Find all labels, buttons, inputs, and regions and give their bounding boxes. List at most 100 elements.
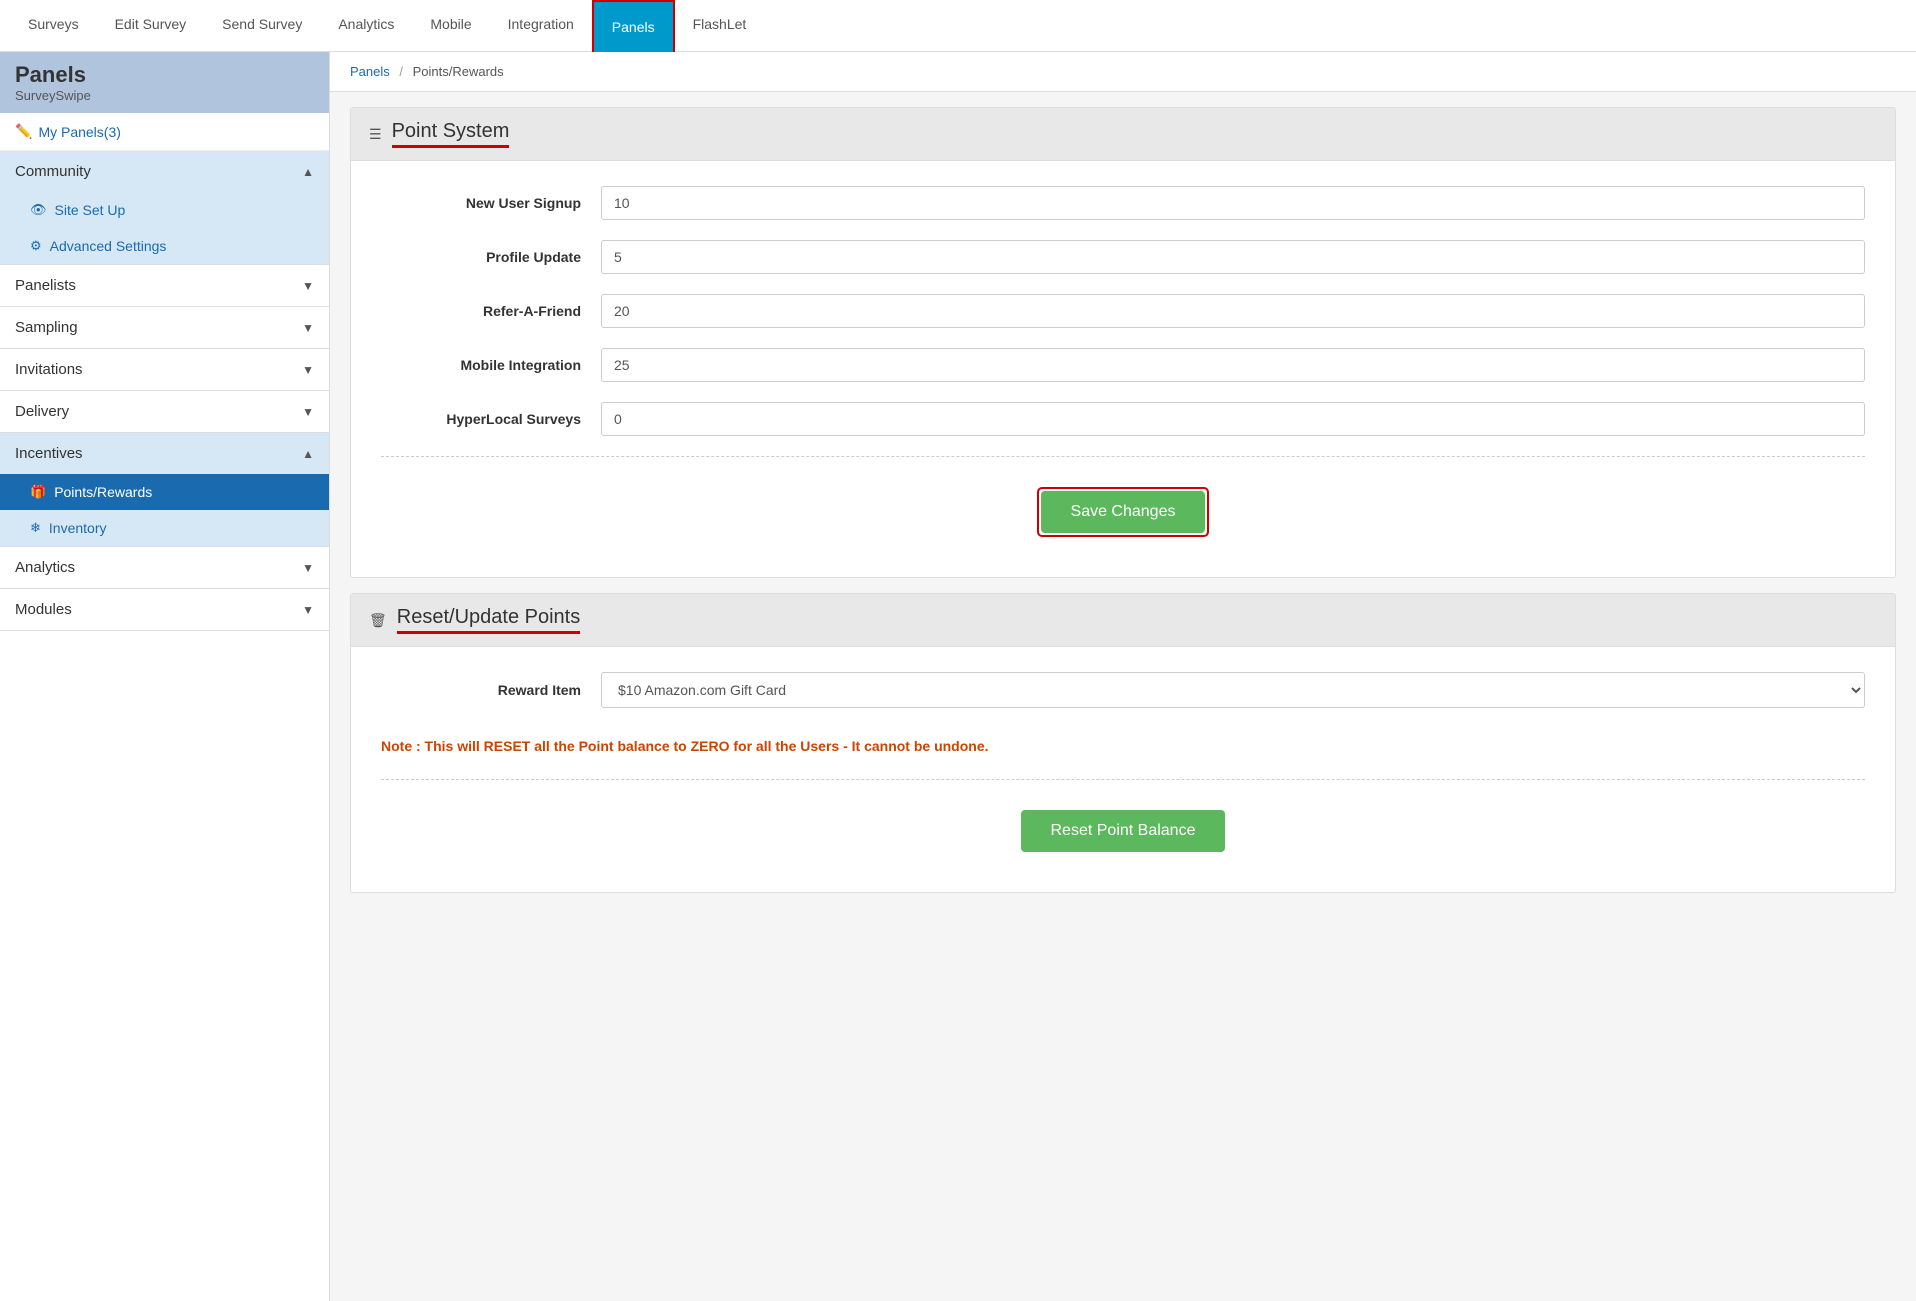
mobile-integration-input[interactable] [601, 348, 1865, 382]
form-divider [381, 456, 1865, 457]
new-user-signup-row: New User Signup [381, 186, 1865, 220]
mobile-integration-row: Mobile Integration [381, 348, 1865, 382]
delivery-label: Delivery [15, 403, 69, 420]
sidebar-item-points-rewards[interactable]: 🎁 Points/Rewards [0, 474, 329, 510]
tab-flashlet[interactable]: FlashLet [675, 0, 765, 52]
profile-update-row: Profile Update [381, 240, 1865, 274]
tab-mobile[interactable]: Mobile [412, 0, 489, 52]
tab-analytics[interactable]: Analytics [320, 0, 412, 52]
my-panels-icon: ✏️ [15, 123, 32, 140]
mobile-integration-label: Mobile Integration [381, 357, 601, 373]
sidebar-item-label: Site Set Up [55, 202, 126, 218]
top-navigation: Surveys Edit Survey Send Survey Analytic… [0, 0, 1916, 52]
point-system-header: ☰ Point System [351, 108, 1895, 161]
reset-button-row: Reset Point Balance [381, 800, 1865, 867]
gift-icon: 🎁 [30, 484, 46, 500]
chevron-up-icon: ▲ [302, 447, 314, 461]
app-title: Panels [15, 62, 314, 88]
save-button-wrapper: Save Changes [1037, 487, 1210, 537]
list-icon: ☰ [369, 126, 382, 143]
tab-send-survey[interactable]: Send Survey [204, 0, 320, 52]
tab-surveys[interactable]: Surveys [10, 0, 97, 52]
panelists-label: Panelists [15, 277, 76, 294]
sidebar-section-header-sampling[interactable]: Sampling ▼ [0, 307, 329, 348]
reward-item-label: Reward Item [381, 682, 601, 698]
profile-update-label: Profile Update [381, 249, 601, 265]
sidebar-section-analytics: Analytics ▼ [0, 547, 329, 589]
my-panels-link[interactable]: ✏️ My Panels(3) [0, 113, 329, 151]
chevron-down-icon: ▼ [302, 561, 314, 575]
sidebar: Panels SurveySwipe ✏️ My Panels(3) Commu… [0, 52, 330, 1301]
sidebar-section-header-analytics[interactable]: Analytics ▼ [0, 547, 329, 588]
point-system-body: New User Signup Profile Update Refer-A-F… [351, 161, 1895, 577]
tab-edit-survey[interactable]: Edit Survey [97, 0, 205, 52]
invitations-label: Invitations [15, 361, 83, 378]
sidebar-item-label: Points/Rewards [54, 484, 152, 500]
reset-update-body: Reward Item $10 Amazon.com Gift Card $25… [351, 647, 1895, 892]
chevron-up-icon: ▲ [302, 165, 314, 179]
sidebar-section-sampling: Sampling ▼ [0, 307, 329, 349]
sidebar-item-advanced-settings[interactable]: ⚙ Advanced Settings [0, 228, 329, 264]
chevron-down-icon: ▼ [302, 321, 314, 335]
community-label: Community [15, 163, 91, 180]
breadcrumb-separator: / [399, 64, 403, 79]
incentives-items: 🎁 Points/Rewards ❄ Inventory [0, 474, 329, 546]
chevron-down-icon: ▼ [302, 603, 314, 617]
breadcrumb-current: Points/Rewards [413, 64, 504, 79]
breadcrumb-panels-link[interactable]: Panels [350, 64, 390, 79]
sidebar-section-header-incentives[interactable]: Incentives ▲ [0, 433, 329, 474]
sidebar-section-header-panelists[interactable]: Panelists ▼ [0, 265, 329, 306]
sidebar-item-label: Advanced Settings [50, 238, 167, 254]
reset-update-header: 🗑 Reset/Update Points [351, 594, 1895, 647]
eye-icon: 👁 [30, 202, 47, 218]
refer-a-friend-input[interactable] [601, 294, 1865, 328]
snowflake-icon: ❄ [30, 520, 41, 536]
reward-item-row: Reward Item $10 Amazon.com Gift Card $25… [381, 672, 1865, 708]
refer-a-friend-label: Refer-A-Friend [381, 303, 601, 319]
sidebar-section-modules: Modules ▼ [0, 589, 329, 631]
sidebar-section-incentives: Incentives ▲ 🎁 Points/Rewards ❄ Inventor… [0, 433, 329, 547]
sidebar-section-invitations: Invitations ▼ [0, 349, 329, 391]
sidebar-header: Panels SurveySwipe [0, 52, 329, 113]
incentives-label: Incentives [15, 445, 83, 462]
reset-point-balance-button[interactable]: Reset Point Balance [1021, 810, 1226, 852]
save-changes-button[interactable]: Save Changes [1041, 491, 1206, 533]
breadcrumb: Panels / Points/Rewards [330, 52, 1916, 92]
chevron-down-icon: ▼ [302, 363, 314, 377]
sidebar-item-site-setup[interactable]: 👁 Site Set Up [0, 192, 329, 228]
sidebar-section-delivery: Delivery ▼ [0, 391, 329, 433]
sidebar-section-header-invitations[interactable]: Invitations ▼ [0, 349, 329, 390]
save-button-row: Save Changes [381, 477, 1865, 552]
chevron-down-icon: ▼ [302, 405, 314, 419]
content-area: Panels / Points/Rewards ☰ Point System N… [330, 52, 1916, 1301]
app-subtitle: SurveySwipe [15, 88, 314, 103]
refer-a-friend-row: Refer-A-Friend [381, 294, 1865, 328]
sidebar-section-header-community[interactable]: Community ▲ [0, 151, 329, 192]
sidebar-section-header-delivery[interactable]: Delivery ▼ [0, 391, 329, 432]
new-user-signup-label: New User Signup [381, 195, 601, 211]
analytics-label: Analytics [15, 559, 75, 576]
reset-divider [381, 779, 1865, 780]
gear-icon: ⚙ [30, 238, 42, 254]
hyperlocal-surveys-input[interactable] [601, 402, 1865, 436]
point-system-title: Point System [392, 120, 510, 148]
sidebar-section-community: Community ▲ 👁 Site Set Up ⚙ Advanced Set… [0, 151, 329, 265]
tab-integration[interactable]: Integration [490, 0, 592, 52]
new-user-signup-input[interactable] [601, 186, 1865, 220]
profile-update-input[interactable] [601, 240, 1865, 274]
sidebar-section-header-modules[interactable]: Modules ▼ [0, 589, 329, 630]
hyperlocal-surveys-label: HyperLocal Surveys [381, 411, 601, 427]
chevron-down-icon: ▼ [302, 279, 314, 293]
sidebar-item-label: Inventory [49, 520, 107, 536]
sidebar-section-panelists: Panelists ▼ [0, 265, 329, 307]
modules-label: Modules [15, 601, 72, 618]
reset-update-title: Reset/Update Points [397, 606, 580, 634]
point-system-card: ☰ Point System New User Signup Profile U… [350, 107, 1896, 578]
sampling-label: Sampling [15, 319, 78, 336]
trash-icon: 🗑 [369, 612, 387, 629]
tab-panels[interactable]: Panels [592, 0, 675, 52]
community-items: 👁 Site Set Up ⚙ Advanced Settings [0, 192, 329, 264]
sidebar-item-inventory[interactable]: ❄ Inventory [0, 510, 329, 546]
reward-item-select[interactable]: $10 Amazon.com Gift Card $25 Amazon.com … [601, 672, 1865, 708]
my-panels-label: My Panels(3) [38, 124, 120, 140]
